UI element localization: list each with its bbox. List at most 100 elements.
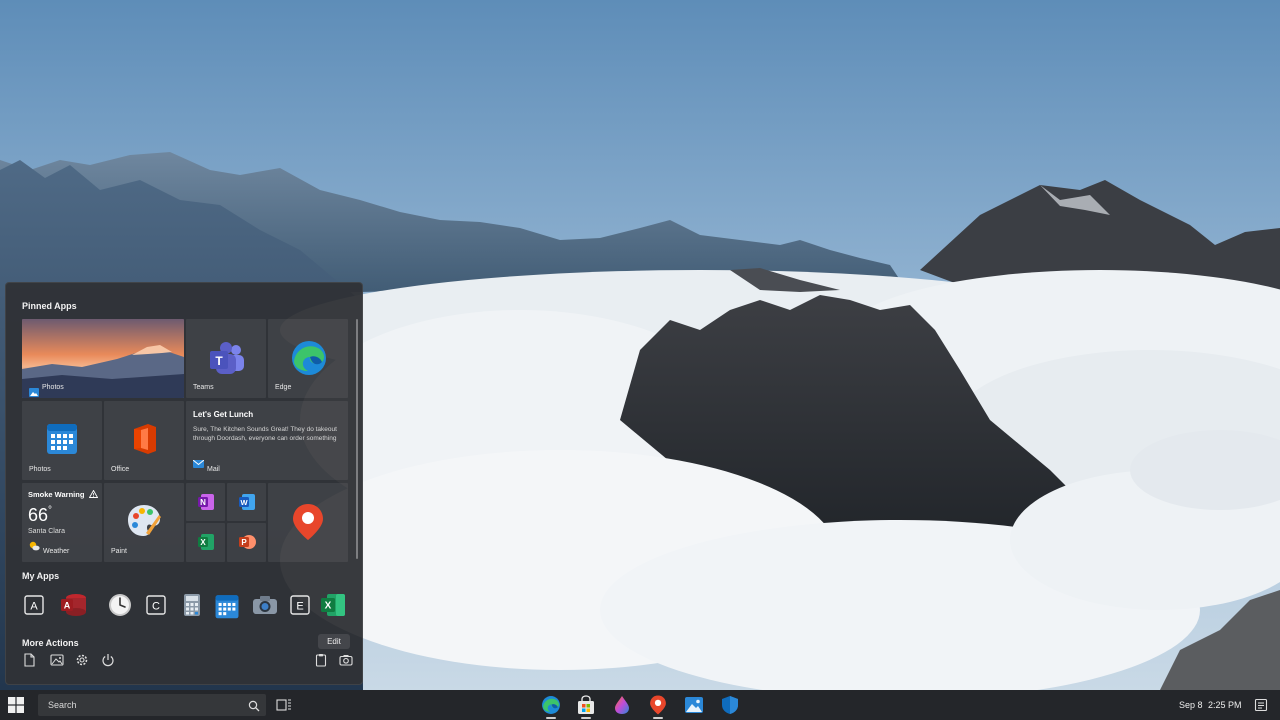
tile-excel[interactable]: X <box>186 523 225 562</box>
weather-alert: Smoke Warning <box>28 490 85 499</box>
svg-text:X: X <box>200 538 206 547</box>
tile-mail-label: Mail <box>207 466 220 473</box>
taskbar-maps[interactable] <box>648 695 668 715</box>
taskbar-photos[interactable] <box>684 695 704 715</box>
calendar-icon <box>46 421 78 460</box>
tile-maps[interactable] <box>268 483 348 562</box>
task-view-button[interactable] <box>276 697 292 713</box>
taskbar-search-box[interactable]: Search <box>38 694 266 716</box>
tile-mail[interactable]: Let's Get Lunch Sure, The Kitchen Sounds… <box>186 401 348 480</box>
tile-teams[interactable]: T Teams <box>186 319 266 398</box>
task-view-icon <box>276 699 291 711</box>
photos-icon <box>29 384 39 397</box>
search-icon <box>248 699 260 712</box>
store-bag-icon <box>578 695 594 714</box>
pinned-apps-title: Pinned Apps <box>22 301 77 311</box>
maps-running-indicator <box>653 717 663 719</box>
pictures-icon[interactable] <box>50 653 64 667</box>
tile-onenote[interactable]: N <box>186 483 225 521</box>
more-actions-row <box>22 653 353 671</box>
more-actions-title: More Actions <box>22 638 79 648</box>
settings-gear-icon[interactable] <box>75 653 89 667</box>
weather-temp: 66 <box>28 505 49 525</box>
taskbar-edge[interactable] <box>541 695 561 715</box>
camera-capture-icon[interactable] <box>339 653 353 667</box>
tile-calendar-label: Photos <box>29 466 51 473</box>
access-icon: A <box>61 594 86 616</box>
power-icon[interactable] <box>101 653 115 667</box>
app-clock[interactable] <box>108 593 132 617</box>
tile-paint-label: Paint <box>111 548 127 555</box>
calendar-icon <box>215 595 239 619</box>
search-placeholder: Search <box>48 700 77 710</box>
tile-photos-large[interactable]: Photos <box>22 319 184 398</box>
c-letter-icon: C <box>146 595 166 615</box>
app-camera[interactable] <box>252 593 277 617</box>
camera-icon <box>253 596 277 614</box>
mail-preview: Sure, The Kitchen Sounds Great! They do … <box>193 426 337 442</box>
edit-button[interactable]: Edit <box>318 634 350 649</box>
shield-icon <box>722 696 738 714</box>
svg-text:T: T <box>215 354 223 368</box>
svg-text:E: E <box>296 601 303 613</box>
edge-icon <box>290 339 328 382</box>
edge-icon <box>542 696 560 714</box>
svg-text:A: A <box>64 601 71 611</box>
app-calculator[interactable] <box>180 593 204 617</box>
clipboard-icon[interactable] <box>314 653 328 667</box>
start-menu: Pinned Apps Photos T Teams Edge Photos O… <box>5 282 363 685</box>
tile-office-label: Office <box>111 466 130 473</box>
tile-edge[interactable]: Edge <box>268 319 348 398</box>
taskbar-defender[interactable] <box>720 695 740 715</box>
tile-weather-label: Weather <box>43 548 70 555</box>
app-calendar[interactable] <box>214 593 239 619</box>
tile-powerpoint[interactable]: P <box>227 523 266 562</box>
teams-icon: T <box>208 341 246 382</box>
weather-location: Santa Clara <box>28 528 65 535</box>
start-button[interactable] <box>8 697 24 713</box>
warning-icon <box>88 489 98 498</box>
app-c-letter[interactable]: C <box>144 593 168 617</box>
photos-icon <box>685 697 703 713</box>
edge-running-indicator <box>546 717 556 719</box>
tile-weather[interactable]: Smoke Warning 66° Santa Clara Weather <box>22 483 102 562</box>
taskbar: Search Sep 8 2:25 PM <box>0 690 1280 720</box>
office-icon <box>130 423 158 460</box>
paint-palette-icon <box>126 503 162 542</box>
map-pin-icon <box>292 503 324 546</box>
taskbar-store[interactable] <box>576 695 596 715</box>
paint-drop-icon <box>615 696 629 714</box>
mail-icon <box>192 455 205 473</box>
store-running-indicator <box>581 717 591 719</box>
pinned-scrollbar[interactable] <box>356 319 358 559</box>
taskbar-time[interactable]: 2:25 PM <box>1208 700 1242 710</box>
taskbar-paint-drop[interactable] <box>612 695 632 715</box>
tile-office[interactable]: Office <box>104 401 184 480</box>
tile-edge-label: Edge <box>275 384 292 391</box>
a-letter-icon: A <box>24 595 44 615</box>
map-pin-icon <box>650 695 666 715</box>
tile-paint[interactable]: Paint <box>104 483 184 562</box>
document-icon[interactable] <box>22 653 36 667</box>
notification-icon <box>1254 698 1268 712</box>
tile-teams-label: Teams <box>193 384 214 391</box>
svg-text:P: P <box>241 538 247 547</box>
tile-word[interactable]: W <box>227 483 266 521</box>
excel-icon: X <box>197 533 215 556</box>
app-a-letter[interactable]: A <box>22 593 46 617</box>
notification-button[interactable] <box>1254 698 1268 712</box>
taskbar-date[interactable]: Sep 8 <box>1179 700 1203 710</box>
calculator-icon <box>184 594 200 616</box>
svg-text:N: N <box>200 498 206 507</box>
tile-calendar[interactable]: Photos <box>22 401 102 480</box>
powerpoint-icon: P <box>238 533 256 556</box>
svg-text:A: A <box>30 601 38 613</box>
word-icon: W <box>238 493 256 516</box>
app-excel[interactable]: X <box>320 593 345 617</box>
e-letter-icon: E <box>290 595 310 615</box>
windows-logo-icon <box>8 697 24 713</box>
clock-icon <box>109 594 131 616</box>
svg-text:X: X <box>325 601 332 612</box>
app-access[interactable]: A <box>60 593 86 617</box>
app-e-letter[interactable]: E <box>288 593 312 617</box>
